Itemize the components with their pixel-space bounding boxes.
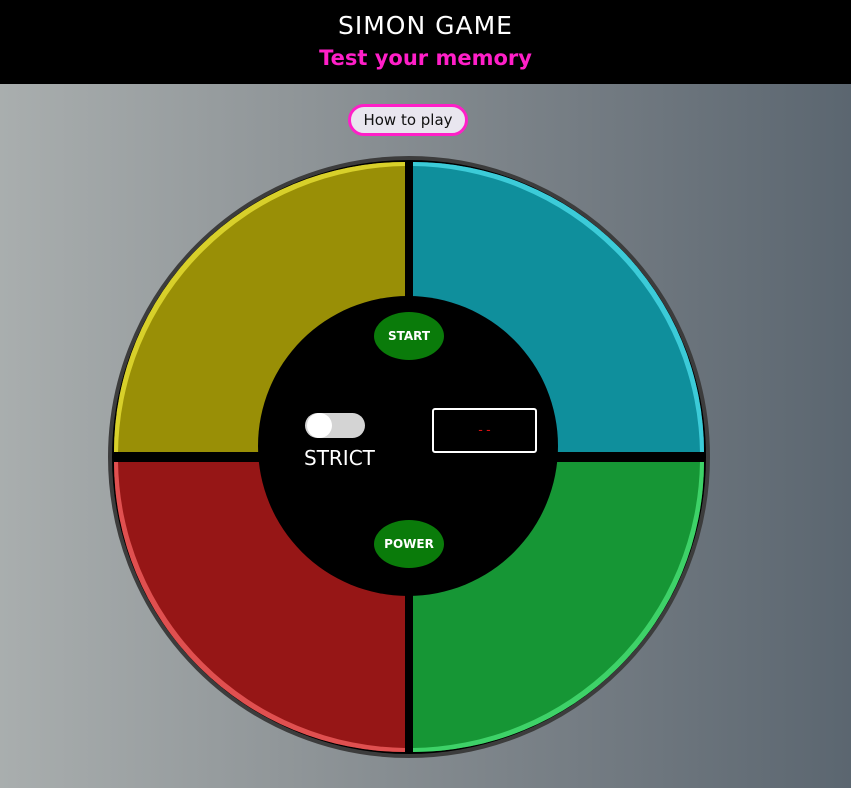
strict-toggle[interactable]: [305, 413, 365, 438]
page-title: SIMON GAME: [338, 11, 513, 40]
power-button[interactable]: POWER: [374, 520, 444, 568]
toggle-knob: [307, 413, 332, 438]
page-subtitle: Test your memory: [319, 46, 532, 70]
header-bar: SIMON GAME Test your memory: [0, 0, 851, 84]
how-to-play-button[interactable]: How to play: [348, 104, 468, 136]
strict-label: STRICT: [304, 446, 375, 470]
start-button[interactable]: START: [374, 312, 444, 360]
count-display: --: [432, 408, 537, 453]
